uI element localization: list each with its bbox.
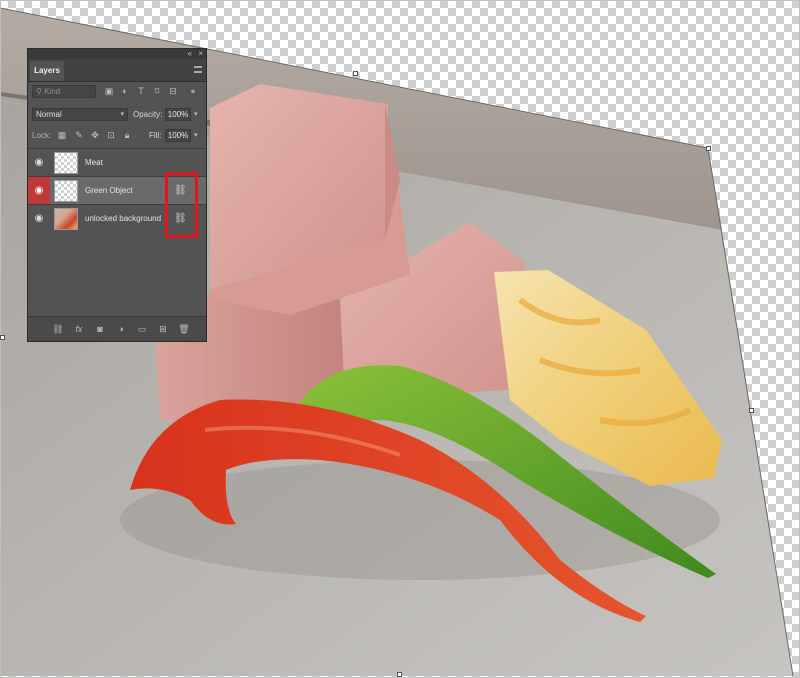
link-layers-icon[interactable]: ⛓	[52, 323, 64, 335]
layer-name: Green Object	[85, 186, 133, 195]
new-group-icon[interactable]: ▭	[136, 323, 148, 335]
layers-panel-footer: ⛓ fx ◙ ◑ ▭ ⊞ 🗑︎	[28, 316, 206, 341]
collapse-panel-icon[interactable]: «	[188, 49, 192, 59]
lock-artboard-icon[interactable]: ⊡	[106, 130, 116, 140]
close-panel-icon[interactable]: ×	[198, 49, 203, 59]
layer-thumbnail	[54, 208, 78, 230]
lock-image-icon[interactable]: ✎	[74, 130, 84, 140]
adjustment-layer-icon[interactable]: ◑	[115, 323, 127, 335]
filter-row: ⚲ Kind ▣ ◐ T ⌑ ⊟ ●	[28, 82, 206, 102]
transform-handle-top-right[interactable]	[706, 146, 711, 151]
opacity-label: Opacity:	[133, 110, 163, 119]
fill-chevron-icon[interactable]: ▾	[194, 129, 198, 142]
blend-mode-value: Normal	[36, 110, 62, 119]
layer-name: Meat	[85, 158, 103, 167]
layer-name: unlocked background	[85, 214, 162, 223]
chevron-down-icon: ▾	[120, 111, 124, 118]
delete-layer-icon[interactable]: 🗑︎	[178, 323, 190, 335]
visibility-eye-icon[interactable]: ◉	[28, 177, 50, 204]
search-icon: ⚲	[36, 87, 45, 96]
layer-thumbnail	[54, 152, 78, 174]
lock-transparent-icon[interactable]: ▦	[57, 130, 67, 140]
fill-field[interactable]: 100%	[165, 129, 191, 142]
visibility-eye-icon[interactable]: ◉	[28, 205, 50, 232]
visibility-eye-icon[interactable]: ◉	[28, 149, 50, 176]
blend-mode-select[interactable]: Normal ▾	[32, 108, 128, 121]
panel-menu-icon[interactable]	[194, 66, 202, 73]
panel-tab-bar: Layers	[28, 59, 206, 82]
lock-position-icon[interactable]: ✥	[90, 130, 100, 140]
filter-toggle-icon[interactable]: ●	[188, 86, 198, 96]
blend-row: Normal ▾ Opacity: 100% ▾	[28, 106, 206, 124]
new-layer-icon[interactable]: ⊞	[157, 323, 169, 335]
layer-thumbnail	[54, 180, 78, 202]
lock-all-icon[interactable]: 🔒︎	[122, 130, 132, 140]
transform-handle-middle-left[interactable]	[0, 335, 5, 340]
transform-handle-middle-right[interactable]	[749, 408, 754, 413]
tab-layers[interactable]: Layers	[30, 61, 64, 81]
lock-label: Lock:	[32, 131, 52, 140]
filter-kind-select[interactable]: ⚲ Kind	[32, 85, 96, 98]
transform-handle-top-middle[interactable]	[353, 71, 358, 76]
panel-titlebar[interactable]: « ×	[28, 49, 206, 59]
opacity-chevron-icon[interactable]: ▾	[194, 108, 198, 121]
link-icons-highlight-box	[165, 172, 198, 238]
fx-icon[interactable]: fx	[73, 323, 85, 335]
transform-handle-bottom-middle[interactable]	[397, 672, 402, 677]
smart-object-filter-icon[interactable]: ⊟	[168, 86, 178, 96]
lock-row: Lock: ▦ ✎ ✥ ⊡ 🔒︎ Fill: 100% ▾	[28, 128, 206, 144]
layer-mask-icon[interactable]: ◙	[94, 323, 106, 335]
fill-label: Fill:	[149, 131, 162, 140]
opacity-field[interactable]: 100%	[165, 108, 191, 121]
shape-filter-icon[interactable]: ⌑	[152, 86, 162, 96]
image-filter-icon[interactable]: ▣	[104, 86, 114, 96]
filter-kind-placeholder: Kind	[44, 87, 61, 96]
adjustment-filter-icon[interactable]: ◐	[120, 86, 130, 96]
type-filter-icon[interactable]: T	[136, 86, 146, 96]
